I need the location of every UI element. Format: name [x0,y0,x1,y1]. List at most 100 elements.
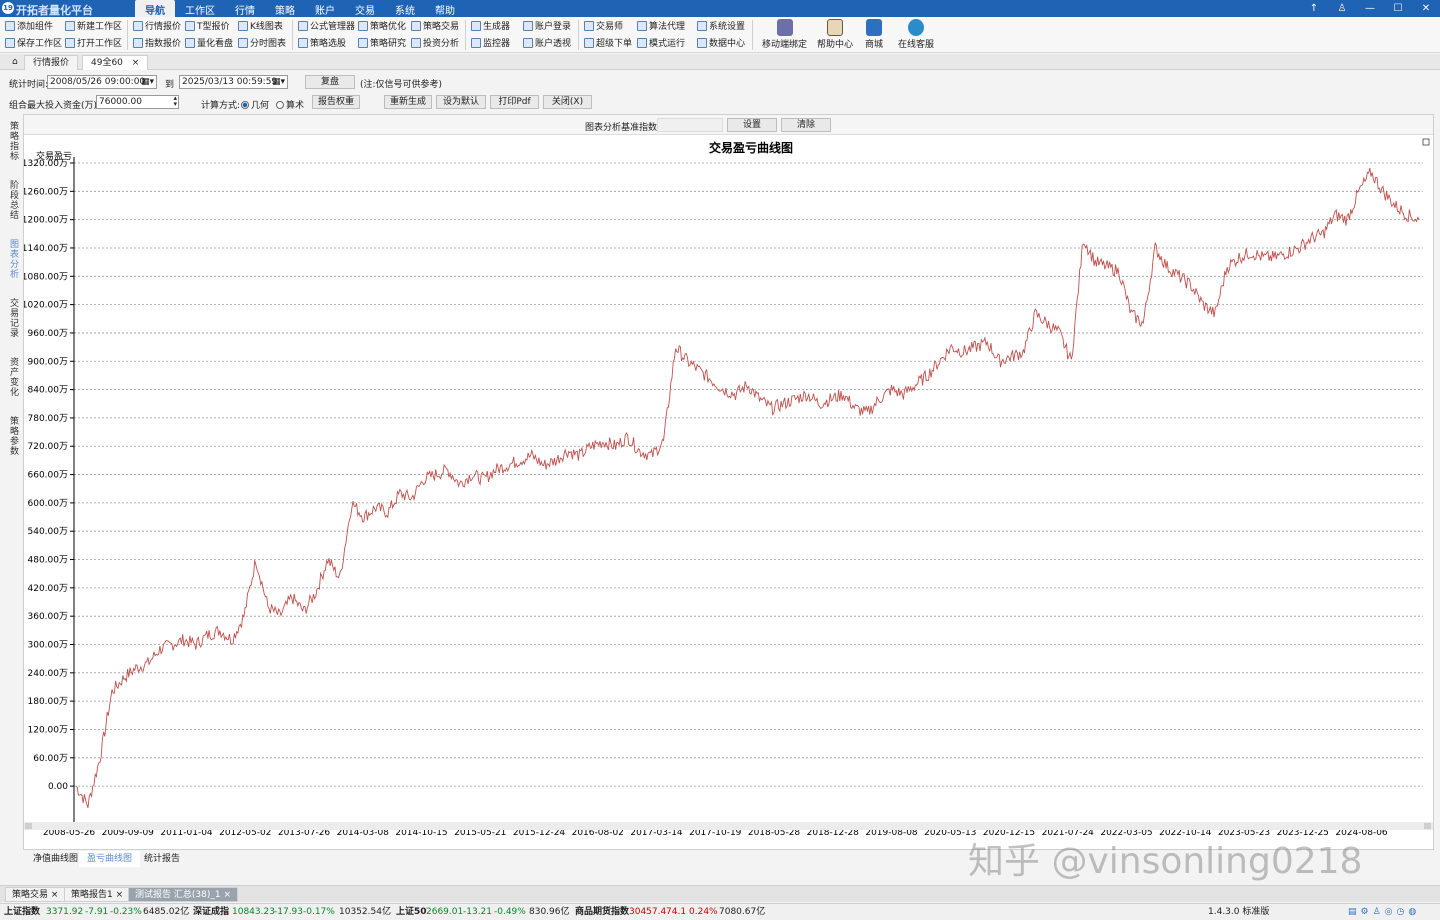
select-stock-icon [298,38,308,48]
tab-pnl-curve[interactable]: 盈亏曲线图 [79,851,141,867]
scroll-right-icon[interactable] [1424,823,1431,829]
new-workspace-button[interactable]: 新建工作区 [65,20,122,35]
strategy-optimize-button[interactable]: 策略优化 [358,20,406,35]
user-settings-icon[interactable]: ♙ [1328,0,1356,17]
benchmark-set-button[interactable]: 设置 [727,118,777,132]
print-pdf-button[interactable]: 打印Pdf [490,95,539,109]
horizontal-scrollbar[interactable] [24,822,1433,830]
generator-button[interactable]: 生成器 [471,20,510,35]
mobile-icon [776,19,793,36]
tab-statistics-report[interactable]: 统计报告 [136,851,188,867]
menu-system[interactable]: 系统 [385,0,425,17]
y-tick-label: 60.00万 [33,754,68,764]
menu-strategy[interactable]: 策略 [265,0,305,17]
tab-net-value-curve[interactable]: 净值曲线图 [25,851,86,867]
side-chart-analysis[interactable]: 图表分析 [10,240,20,280]
upload-icon[interactable]: ↑ [1300,0,1328,17]
invest-analysis-button[interactable]: 投资分析 [411,37,459,52]
label: 系统设置 [709,22,746,32]
online-service-button[interactable]: 在线客服 [898,19,934,50]
timeshare-chart-button[interactable]: 分时图表 [238,37,286,52]
quote-button[interactable]: 行情报价 [133,20,181,35]
y-tick-label: 540.00万 [28,527,69,537]
max-invest-input[interactable]: 76000.00 ▴ ▾ [96,95,179,109]
formula-manager-button[interactable]: 公式管理器 [298,20,355,35]
y-tick-label: 180.00万 [28,697,69,707]
kline-chart-button[interactable]: K线图表 [238,20,283,35]
set-default-button[interactable]: 设为默认 [436,95,486,109]
mobile-bind-button[interactable]: 移动端绑定 [762,19,807,50]
strategy-select-button[interactable]: 策略选股 [298,37,346,52]
calc-arithmetic-radio[interactable]: 算术 [276,98,304,111]
replay-button[interactable]: 复盘 [305,75,355,89]
close-button[interactable]: ✕ [1412,0,1440,17]
close-tab-icon[interactable]: × [51,890,59,900]
quant-watch-button[interactable]: 量化看盘 [185,37,233,52]
calc-geometric-radio[interactable]: 几何 [241,98,269,111]
add-component-button[interactable]: 添加组件 [5,20,53,35]
save-workspace-button[interactable]: 保存工作区 [5,37,62,52]
monitor-button[interactable]: 监控器 [471,37,510,52]
mode-icon [637,38,647,48]
menu-trade[interactable]: 交易 [345,0,385,17]
index-icon [133,38,143,48]
regenerate-button[interactable]: 重新生成 [384,95,432,109]
close-tab-icon[interactable]: × [116,890,124,900]
report-weight-button[interactable]: 报告权重 [312,95,360,109]
calendar-icon[interactable]: ▦▾ [272,76,285,88]
close-tab-icon[interactable]: × [223,890,231,900]
doc-tab-strategy-trade[interactable]: 策略交易 × [5,887,66,902]
menu-quote[interactable]: 行情 [225,0,265,17]
index-quote-button[interactable]: 指数报价 [133,37,181,52]
algo-agent-button[interactable]: 算法代理 [637,20,685,35]
quote-icon [133,21,143,31]
close-report-button[interactable]: 关闭(X) [543,95,592,109]
side-stage-summary[interactable]: 阶段总结 [10,181,20,221]
label: 算术 [286,101,305,111]
menu-help[interactable]: 帮助 [425,0,465,17]
t-quote-button[interactable]: T型报价 [185,20,230,35]
y-tick-label: 660.00万 [28,471,69,481]
side-trade-records[interactable]: 交易记录 [10,299,20,339]
start-time-input[interactable]: 2008/05/26 09:00:00 ▦▾ [47,75,157,89]
system-settings-button[interactable]: 系统设置 [697,20,745,35]
maximize-button[interactable]: ☐ [1384,0,1412,17]
label: 在线客服 [898,40,935,50]
account-view-button[interactable]: 账户透视 [523,37,571,52]
y-tick-label: 0.00 [48,782,68,792]
side-strategy-params[interactable]: 策略参数 [10,417,20,457]
tab-quote[interactable]: 行情报价 [24,55,79,70]
doc-tab-strategy-report[interactable]: 策略报告1 × [64,887,131,902]
spinner-icon[interactable]: ▴ ▾ [173,95,177,108]
label: 添加组件 [17,22,54,32]
home-icon[interactable]: ⌂ [4,55,26,70]
strategy-trade-button[interactable]: 策略交易 [411,20,459,35]
trader-button[interactable]: 交易师 [584,20,623,35]
account-login-button[interactable]: 账户登录 [523,20,571,35]
menu-workspace[interactable]: 工作区 [175,0,225,17]
minimize-button[interactable]: — [1356,0,1384,17]
store-button[interactable]: 商城 [865,19,883,50]
data-center-button[interactable]: 数据中心 [697,37,745,52]
side-strategy-indicators[interactable]: 策略指标 [10,122,20,162]
benchmark-clear-button[interactable]: 清除 [781,118,831,132]
open-workspace-button[interactable]: 打开工作区 [65,37,122,52]
menu-nav[interactable]: 导航 [135,0,175,17]
close-tab-icon[interactable]: × [132,58,140,68]
scroll-left-icon[interactable] [25,823,32,829]
maximize-chart-icon[interactable] [1422,138,1430,146]
end-time-input[interactable]: 2025/03/13 00:59:59 ▦▾ [179,75,288,89]
benchmark-input[interactable] [657,118,723,132]
help-center-button[interactable]: 帮助中心 [817,19,853,50]
doc-tab-test-report[interactable]: 测试报告 汇总(38)_1 × [128,887,238,902]
menu-account[interactable]: 账户 [305,0,345,17]
calendar-icon[interactable]: ▦▾ [141,76,154,88]
side-asset-change[interactable]: 资产变化 [10,358,20,398]
y-tick-label: 120.00万 [28,725,69,735]
strategy-research-button[interactable]: 策略研究 [358,37,406,52]
status-tray-icons[interactable]: ▤⚙♙◎◷◍ [1348,904,1420,920]
mode-run-button[interactable]: 模式运行 [637,37,685,52]
tab-49-60[interactable]: 49全60 × [82,55,149,70]
label: 49全60 [91,58,123,68]
super-order-button[interactable]: 超级下单 [584,37,632,52]
